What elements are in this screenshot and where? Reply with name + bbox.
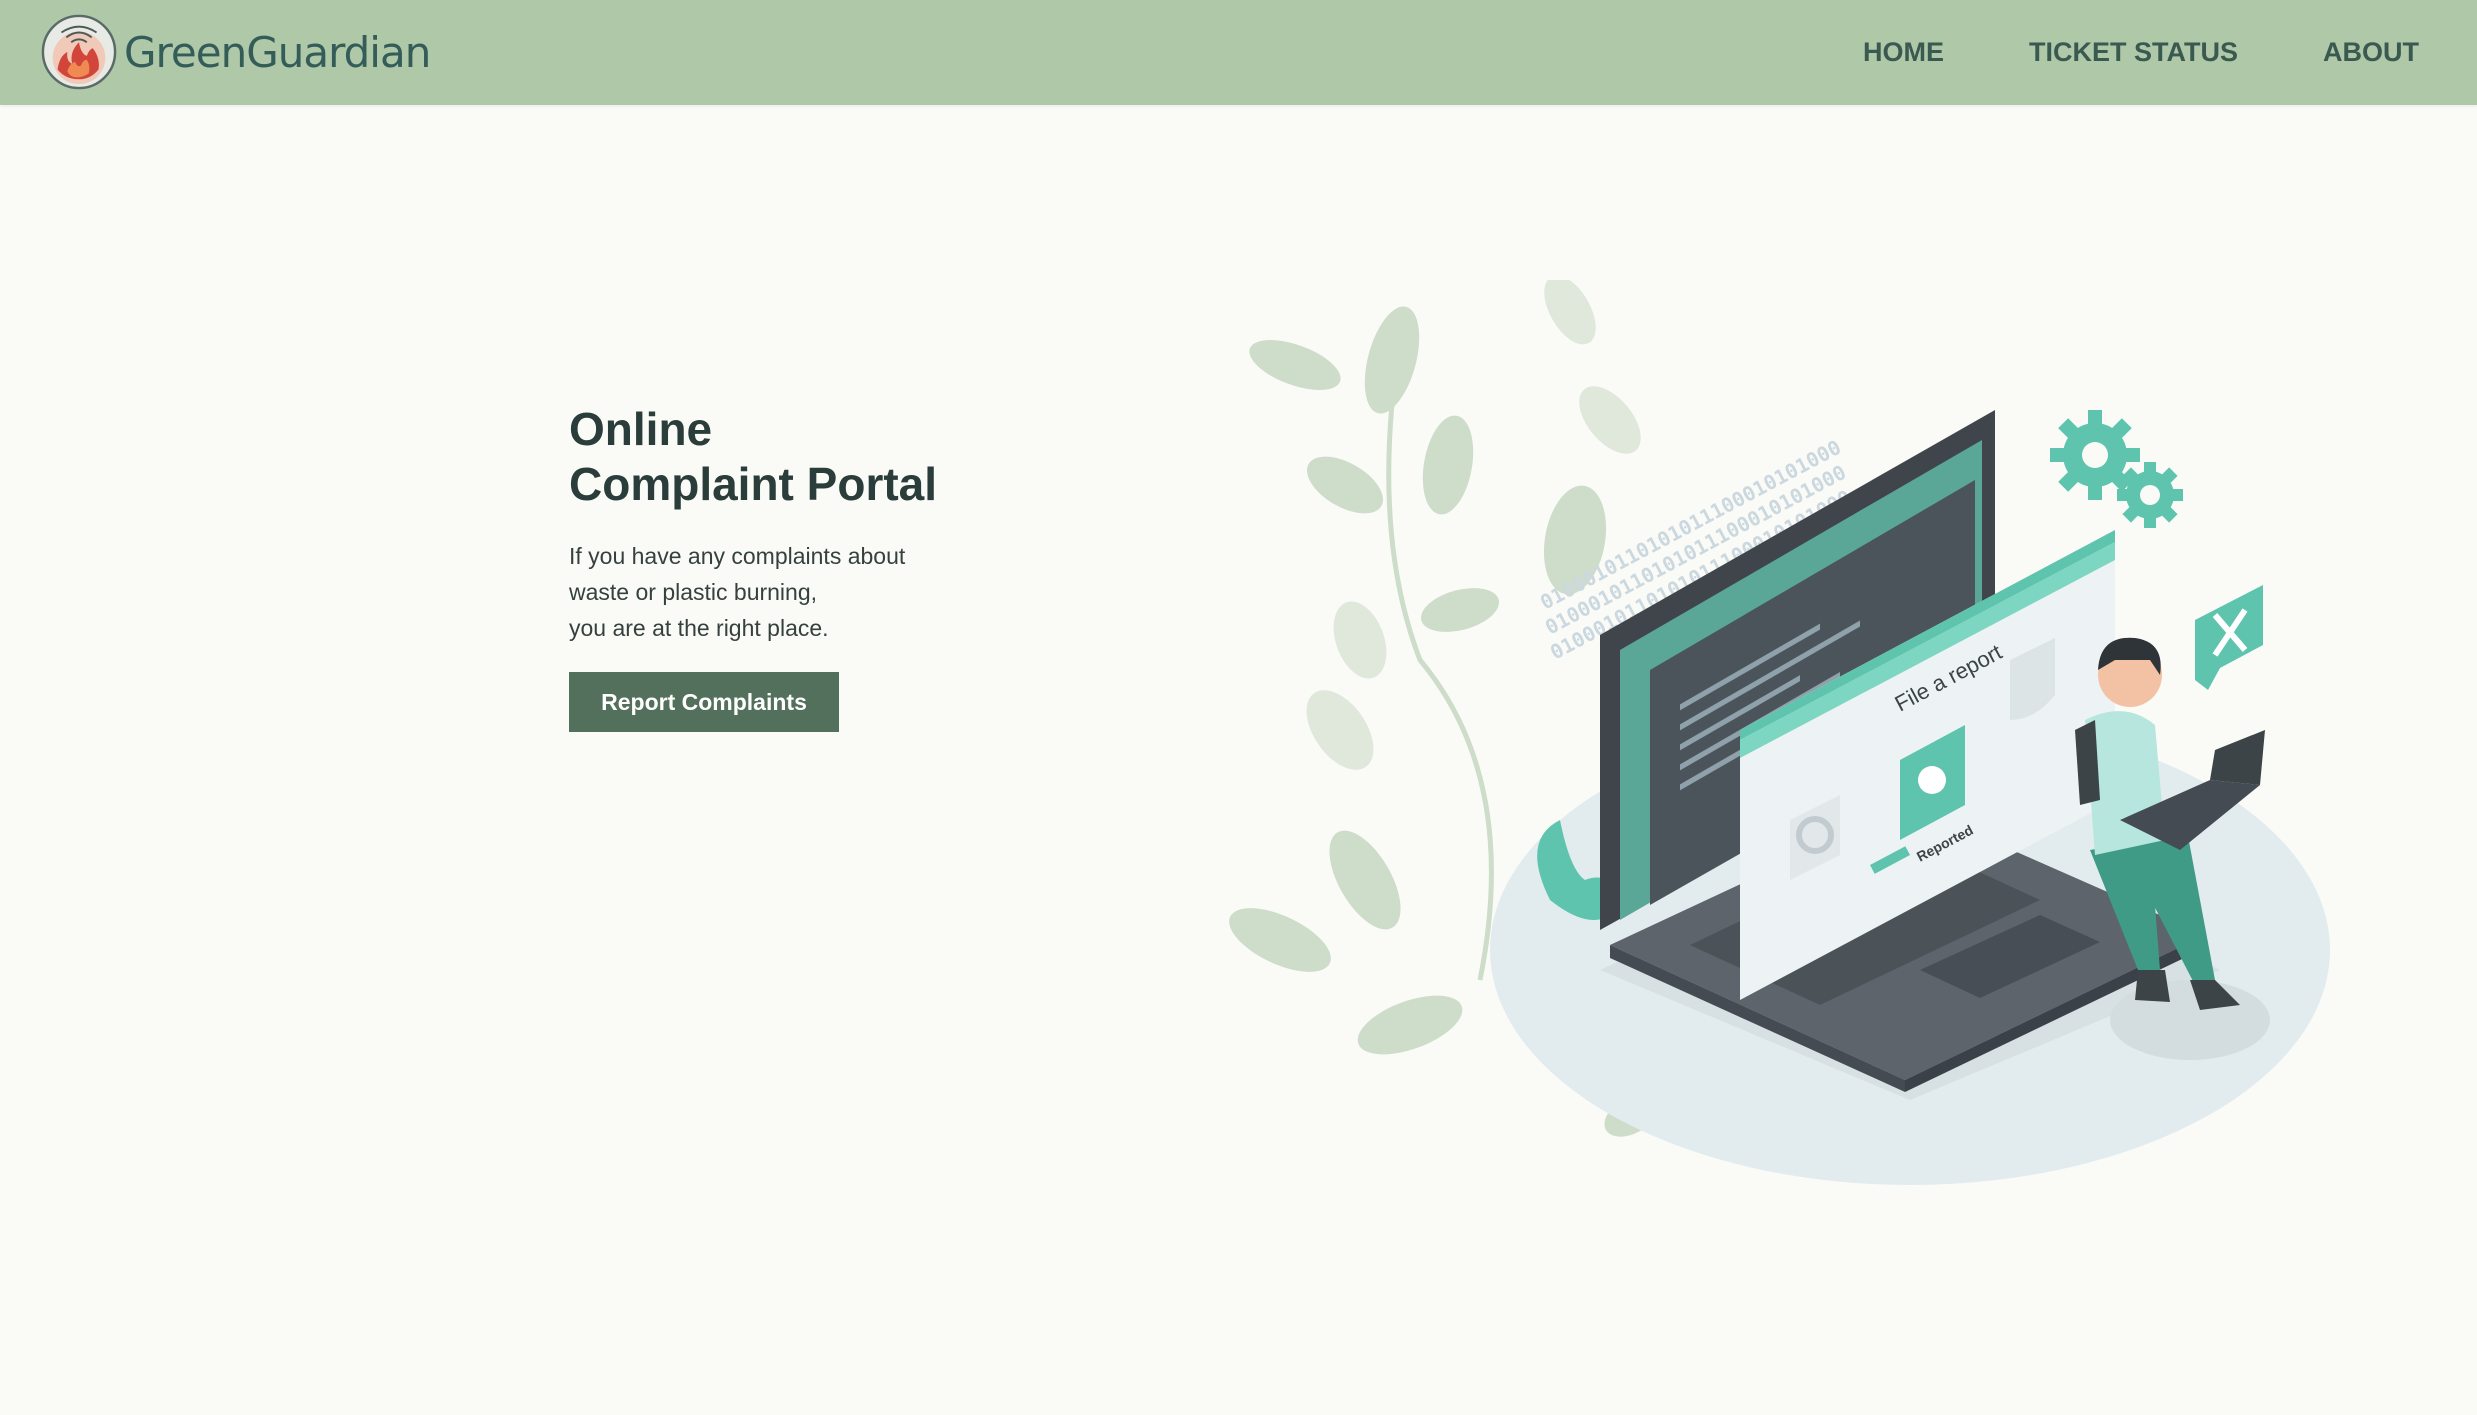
hero-title-line1: Online bbox=[569, 403, 713, 455]
report-complaints-button[interactable]: Report Complaints bbox=[569, 672, 839, 732]
nav-about[interactable]: ABOUT bbox=[2323, 37, 2419, 68]
brand[interactable]: GreenGuardian bbox=[40, 12, 431, 92]
main-nav: HOME TICKET STATUS ABOUT bbox=[1863, 0, 2419, 105]
hero-section: Online Complaint Portal If you have any … bbox=[569, 402, 989, 732]
hero-title-line2: Complaint Portal bbox=[569, 458, 938, 510]
tools-icon bbox=[2195, 585, 2263, 690]
hero-description: If you have any complaints about waste o… bbox=[569, 538, 989, 646]
hero-text-line2: waste or plastic burning, bbox=[569, 579, 818, 605]
hero-text-line3: you are at the right place. bbox=[569, 615, 829, 641]
nav-home[interactable]: HOME bbox=[1863, 37, 1944, 68]
burning-fire-logo-icon bbox=[41, 14, 117, 90]
nav-ticket-status[interactable]: TICKET STATUS bbox=[2029, 37, 2238, 68]
hero-title: Online Complaint Portal bbox=[569, 402, 989, 512]
hero-illustration: 0100010110101011100010101000 01000101101… bbox=[1229, 280, 2330, 1185]
hero-text-line1: If you have any complaints about bbox=[569, 543, 906, 569]
brand-name: GreenGuardian bbox=[124, 27, 431, 77]
navbar: GreenGuardian HOME TICKET STATUS ABOUT bbox=[0, 0, 2477, 105]
gear-icon bbox=[2050, 410, 2183, 528]
